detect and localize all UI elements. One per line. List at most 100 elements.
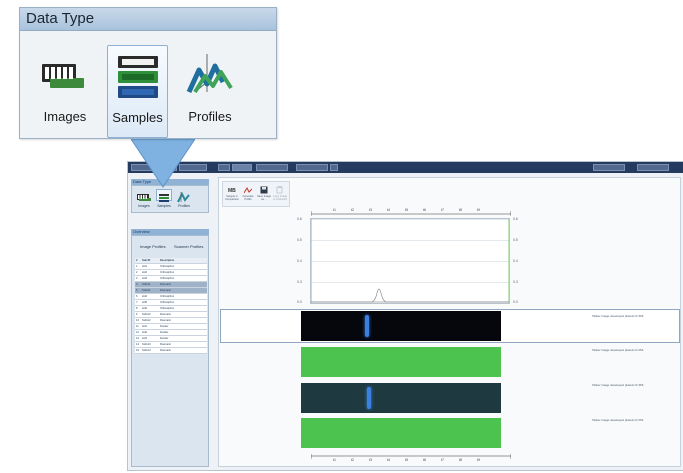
ruler-tick: t5	[405, 208, 408, 212]
left-panel: Data Type Images Samples Profiles Overvi…	[131, 177, 209, 467]
callout-header: Data Type	[20, 8, 276, 31]
table-cell: 9	[136, 313, 138, 316]
table-row[interactable]: 15 SHG13 Rosmarin	[135, 348, 207, 354]
ruler-tick: t6	[423, 208, 426, 212]
images-label: Images	[43, 109, 87, 124]
table-cell: std2	[142, 271, 147, 274]
topbar-button-7[interactable]	[296, 164, 328, 171]
samples-label: Samples	[112, 110, 163, 125]
save-icon	[260, 186, 268, 194]
table-cell: std2	[142, 331, 147, 334]
lane-caption: Tallow image developed plate1c R 366	[592, 383, 644, 387]
table-cell: std4	[142, 295, 147, 298]
ruler-tick: t6	[423, 458, 426, 462]
ruler-tick: t9	[477, 458, 480, 462]
topbar-button-4[interactable]	[218, 164, 230, 171]
table-cell: SHG11	[142, 289, 151, 292]
table-cell: 11	[136, 325, 139, 328]
table-cell: SHG12	[142, 319, 151, 322]
topbar-right-button-2[interactable]	[637, 164, 669, 171]
table-cell: SHG13	[142, 349, 151, 352]
tab-image-profiles[interactable]: Image Profiles	[140, 244, 166, 249]
samples-icon	[117, 54, 159, 107]
table-cell: std5	[142, 301, 147, 304]
profiles-icon[interactable]	[185, 52, 235, 101]
profile-plot[interactable]	[310, 218, 510, 304]
lane-caption: Tallow image developed plate1c R 254	[592, 348, 644, 352]
table-cell: 3	[136, 277, 138, 280]
topbar-right-button-1[interactable]	[593, 164, 625, 171]
table-cell: 2	[136, 271, 138, 274]
ruler-tick: t8	[459, 208, 462, 212]
tool-generate-profile[interactable]: Generate Profile	[241, 184, 255, 206]
topbar-button-8[interactable]	[330, 164, 338, 171]
profiles-label: Profiles	[188, 109, 232, 124]
table-cell: Rosmarin	[160, 319, 172, 322]
table-cell: Rosmarin	[160, 283, 172, 286]
toolbar: MB Sample in Comparison Generate Profile…	[222, 181, 290, 207]
table-cell: std3	[142, 277, 147, 280]
bottom-ruler: t1 t2 t3 t4 t5 t6 t7 t8 t9	[311, 454, 511, 462]
profiles-icon[interactable]	[176, 190, 192, 203]
ruler-tick: t2	[351, 458, 354, 462]
lane-image-1[interactable]	[301, 311, 501, 341]
ruler-tick: t2	[351, 208, 354, 212]
samples-icon[interactable]	[156, 189, 172, 202]
topbar-button-6[interactable]	[256, 164, 288, 171]
ruler-tick: t4	[387, 208, 390, 212]
table-cell: Orthosiphon	[160, 301, 175, 304]
table-cell: 4	[136, 283, 138, 286]
table-cell: 5	[136, 289, 138, 292]
lane-image-3[interactable]	[301, 383, 501, 413]
y-tick-left: 0.0	[297, 300, 302, 304]
main-view: MB Sample in Comparison Generate Profile…	[218, 177, 681, 467]
ruler-tick: t7	[441, 208, 444, 212]
table-header-cell: Description	[160, 259, 175, 262]
tab-scanner-profiles[interactable]: Scanner Profiles	[174, 244, 203, 249]
y-tick-right: 0.4	[513, 259, 518, 263]
table-cell: Rosmarin	[160, 343, 172, 346]
profiles-label: Profiles	[178, 204, 190, 208]
table-cell: Orthosiphon	[160, 277, 175, 280]
table-cell: SHG12	[142, 313, 151, 316]
top-ruler: t1 t2 t3 t4 t5 t6 t7 t8 t9	[311, 208, 511, 216]
lane-image-4[interactable]	[301, 418, 501, 448]
sample-table: # Sub ID Description 1 std1 Orthosiphon 2 std2 O…	[135, 258, 207, 354]
table-cell: SHG11	[142, 283, 151, 286]
table-cell: Dunker	[160, 331, 169, 334]
table-cell: Orthosiphon	[160, 265, 175, 268]
table-cell: 6	[136, 295, 138, 298]
profile-icon	[243, 186, 253, 194]
ruler-tick: t5	[405, 458, 408, 462]
tool-copy-image[interactable]: Copy Image to Clipboard	[273, 184, 287, 206]
ruler-tick: t3	[369, 458, 372, 462]
band	[367, 387, 371, 409]
y-tick-right: 0.3	[513, 280, 518, 284]
top-menu-bar	[128, 162, 683, 173]
table-cell: Orthosiphon	[160, 295, 175, 298]
lane-caption: Tallow image developed plate1c R 254	[592, 418, 644, 422]
tool-save-image[interactable]: Save Image as ...	[257, 184, 271, 206]
ruler-tick: t7	[441, 458, 444, 462]
samples-option[interactable]: Samples	[107, 45, 168, 138]
images-icon[interactable]	[40, 58, 88, 99]
table-cell: 1	[136, 265, 138, 268]
ruler-tick: t4	[387, 458, 390, 462]
data-type-panel: Images Samples Profiles	[131, 185, 209, 213]
tool-sample-comparison[interactable]: MB Sample in Comparison	[225, 184, 239, 206]
table-header-cell: Sub ID	[142, 259, 151, 262]
compare-icon: MB	[228, 186, 236, 194]
table-cell: std1	[142, 325, 147, 328]
y-tick-left: 0.4	[297, 259, 302, 263]
table-cell: 15	[136, 349, 139, 352]
table-cell: Orthosiphon	[160, 307, 175, 310]
topbar-button-5[interactable]	[232, 164, 252, 171]
table-cell: Dunker	[160, 325, 169, 328]
callout-pointer	[131, 139, 195, 188]
table-cell: 8	[136, 307, 138, 310]
lane-image-2[interactable]	[301, 347, 501, 377]
images-icon[interactable]	[136, 190, 152, 202]
y-tick-right: 0.0	[513, 300, 518, 304]
copy-icon	[276, 186, 284, 194]
tool-label: Sample in Comparison	[225, 195, 239, 201]
